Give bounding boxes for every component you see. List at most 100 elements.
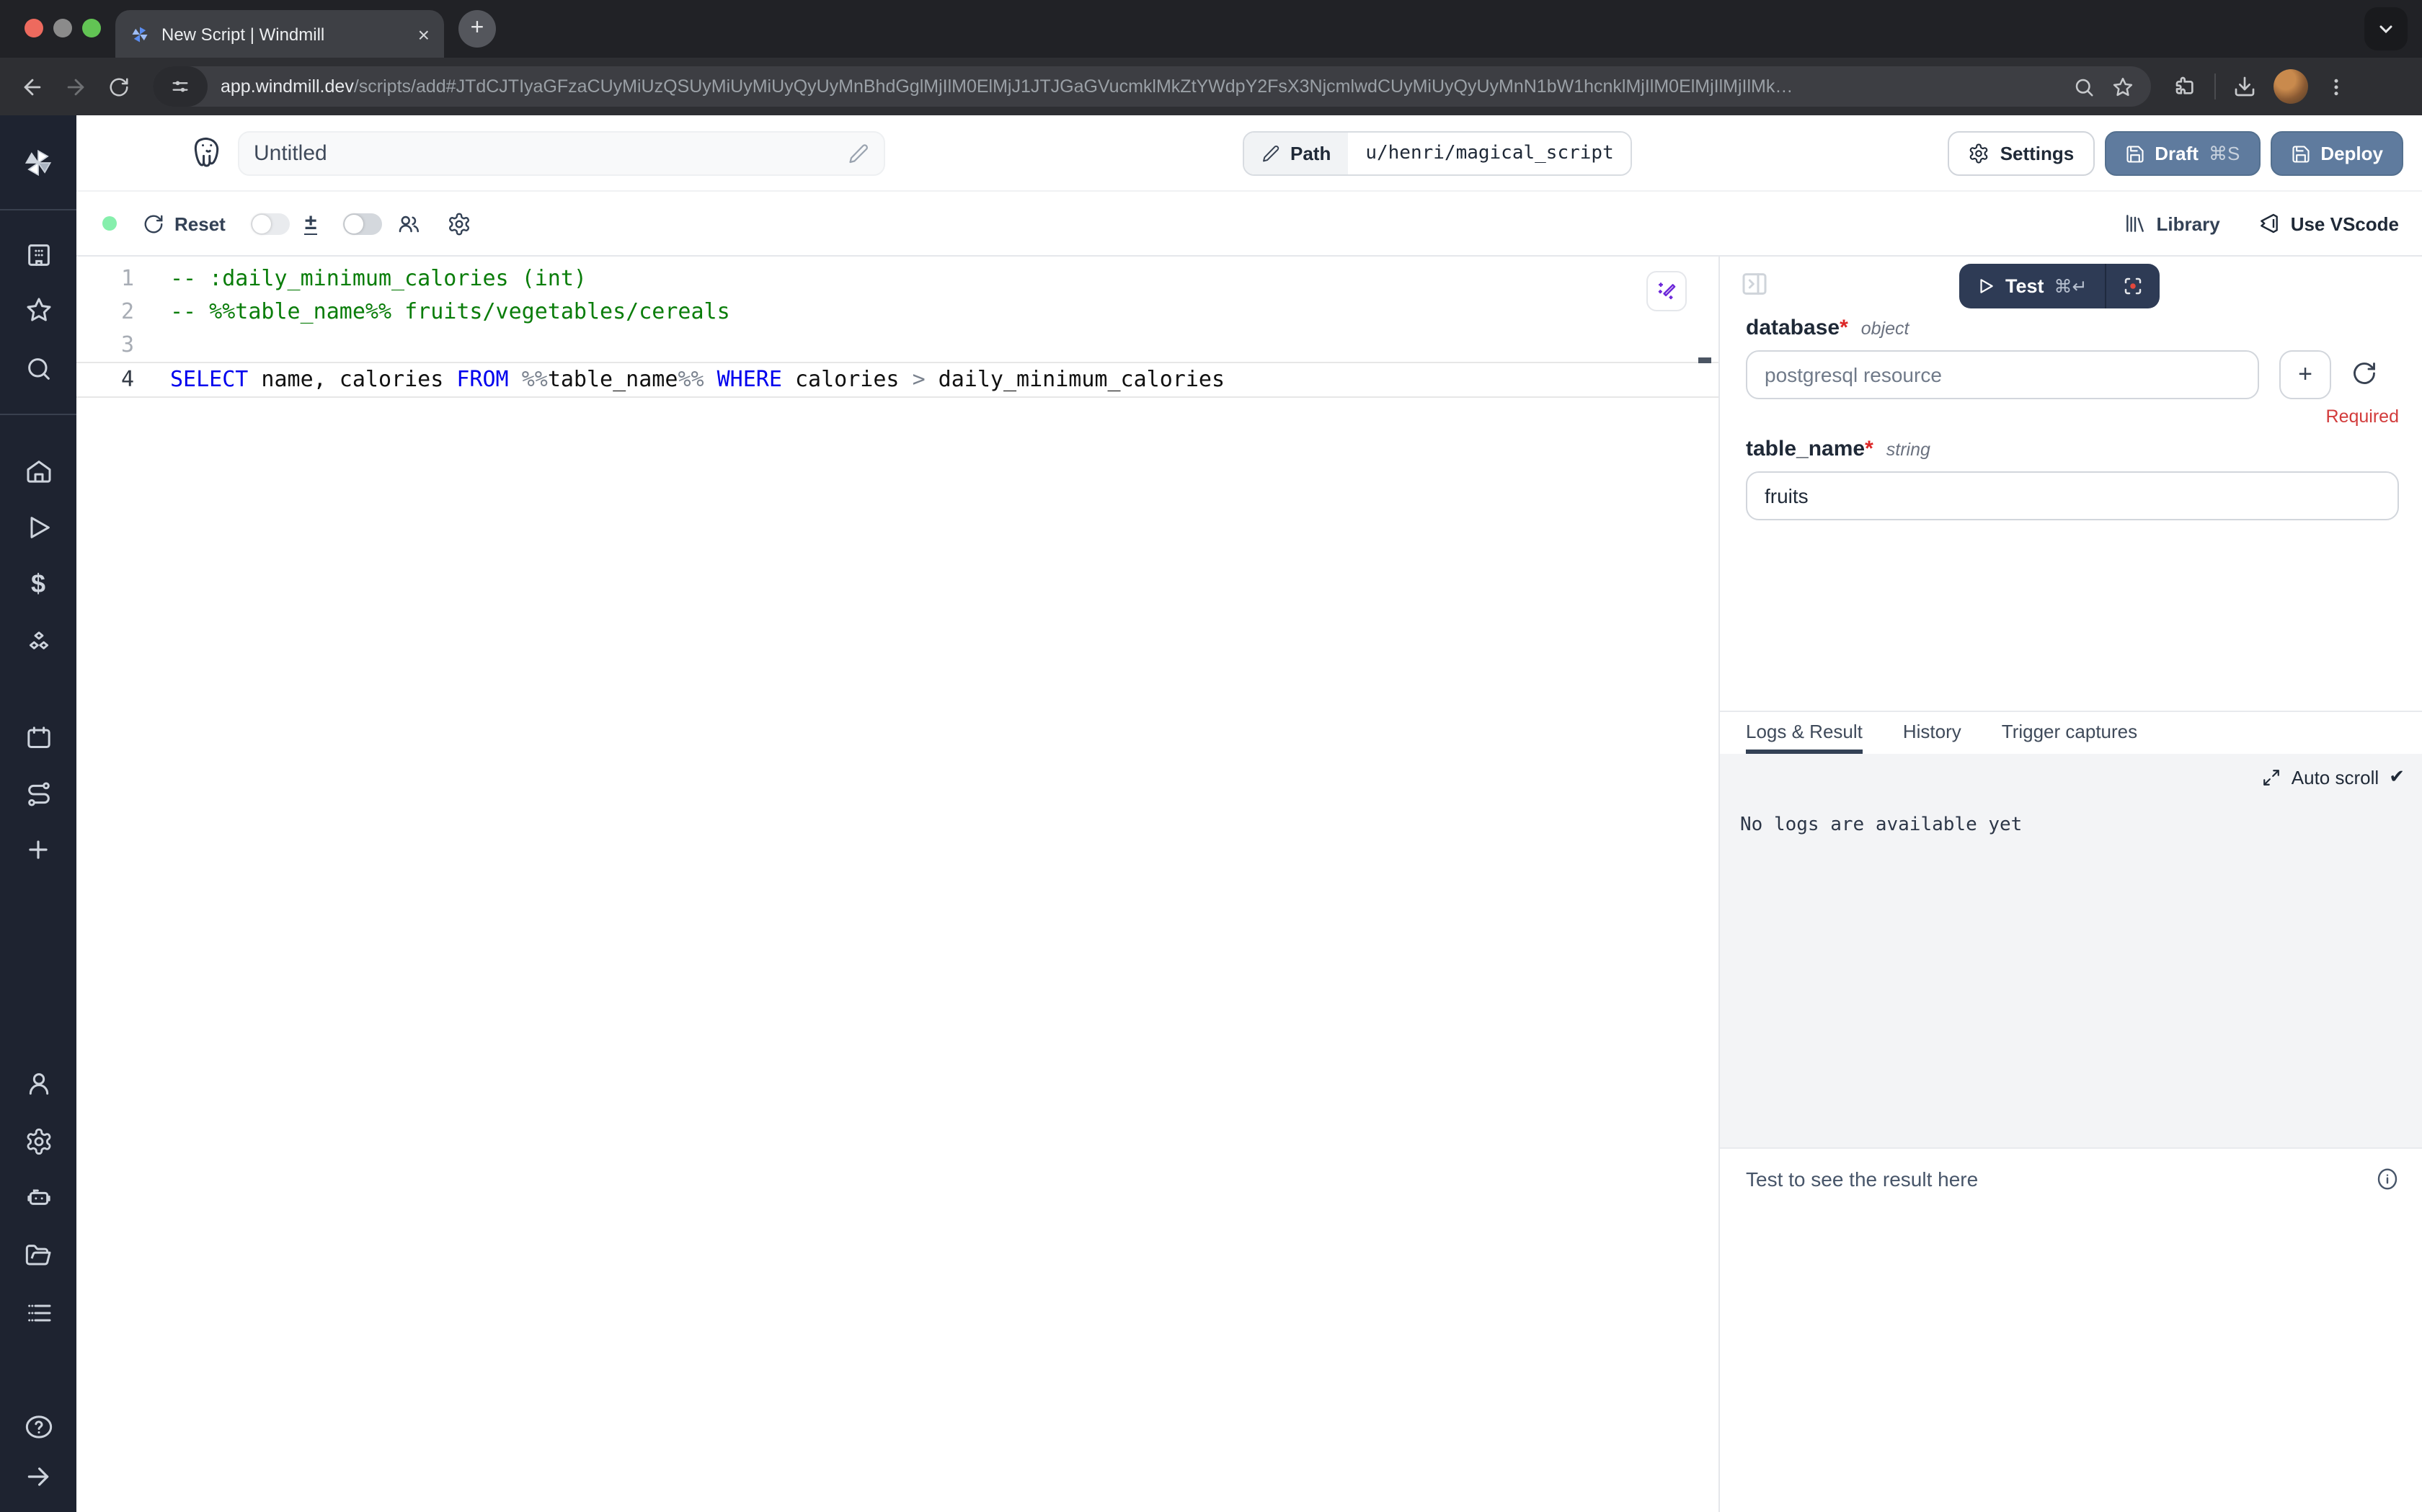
window-minimize-button[interactable] (53, 19, 72, 37)
tab-title: New Script | Windmill (161, 24, 407, 44)
back-button[interactable] (14, 69, 49, 104)
sidebar-item-audit-logs[interactable] (23, 1297, 53, 1328)
sidebar-item-runs[interactable] (23, 512, 53, 542)
path-value: u/henri/magical_script (1348, 133, 1631, 174)
code-line[interactable]: 4SELECT name, calories FROM %%table_name… (76, 362, 1718, 398)
window-close-button[interactable] (25, 19, 43, 37)
line-number: 1 (76, 262, 163, 295)
code-line[interactable]: 1-- :daily_minimum_calories (int) (76, 262, 1718, 295)
sidebar-item-settings[interactable] (23, 1126, 53, 1156)
use-vscode-button[interactable]: Use VScode (2258, 212, 2399, 235)
search-icon (24, 354, 53, 383)
downloads-icon[interactable] (2233, 75, 2256, 98)
star-icon (24, 295, 53, 324)
edit-pencil-icon[interactable] (848, 143, 869, 164)
sidebar-item-folders[interactable] (23, 1240, 53, 1270)
ai-assistant-button[interactable] (1646, 271, 1687, 311)
new-tab-button[interactable]: + (458, 10, 496, 48)
window-zoom-button[interactable] (82, 19, 101, 37)
zoom-icon[interactable] (2073, 76, 2095, 97)
url-host: app.windmill.dev (221, 76, 354, 97)
table-name-input[interactable] (1746, 471, 2399, 520)
sidebar-item-variables[interactable]: $ (23, 569, 53, 600)
sidebar-item-search[interactable] (23, 353, 53, 383)
result-info-button[interactable] (2376, 1168, 2399, 1191)
profile-avatar[interactable] (2274, 69, 2308, 104)
tab-search-button[interactable] (2364, 7, 2408, 50)
test-label: Test (2005, 275, 2044, 297)
extensions-icon[interactable] (2174, 75, 2197, 98)
diff-toggle[interactable] (252, 213, 290, 234)
collapse-panel-button[interactable] (1740, 270, 1769, 298)
magic-wand-icon (1655, 280, 1678, 303)
forward-button[interactable] (58, 69, 92, 104)
library-label: Library (2157, 213, 2220, 234)
script-title-input[interactable] (254, 141, 848, 166)
sidebar-item-workspace[interactable] (23, 239, 53, 270)
code-line[interactable]: 3 (76, 329, 1718, 362)
test-button[interactable]: Test ⌘↵ (1959, 275, 2105, 297)
expand-icon[interactable] (2263, 768, 2281, 786)
settings-button[interactable]: Settings (1948, 131, 2095, 176)
site-settings-icon (170, 76, 190, 97)
settings-label: Settings (2000, 143, 2075, 164)
path-button[interactable]: Path u/henri/magical_script (1243, 131, 1633, 176)
sidebar-item-home[interactable] (23, 455, 53, 486)
multiplayer-toggle[interactable] (342, 213, 381, 234)
code-text: -- :daily_minimum_calories (int) (170, 262, 587, 295)
route-icon (24, 779, 53, 808)
draft-button[interactable]: Draft ⌘S (2104, 131, 2260, 176)
tab-logs-result[interactable]: Logs & Result (1746, 712, 1863, 754)
database-resource-input[interactable] (1746, 350, 2259, 399)
path-label: Path (1290, 143, 1331, 164)
capture-test-button[interactable] (2105, 264, 2160, 308)
bookmark-star-icon[interactable] (2112, 76, 2134, 97)
edit-pencil-icon (1261, 144, 1280, 163)
autoscroll-control[interactable]: Auto scroll ✔ (2263, 765, 2405, 788)
sidebar-item-routes[interactable] (23, 778, 53, 809)
line-number: 4 (76, 363, 163, 396)
tab-close-icon[interactable]: × (418, 24, 430, 44)
windmill-logo[interactable] (23, 147, 53, 177)
browser-tab[interactable]: New Script | Windmill × (115, 10, 444, 58)
library-icon (2124, 212, 2147, 235)
sidebar-expand-button[interactable] (23, 1462, 53, 1492)
screen: New Script | Windmill × + (0, 0, 2422, 1512)
chrome-menu-icon[interactable] (2325, 76, 2347, 97)
cubes-icon (24, 628, 53, 657)
script-title-box[interactable] (238, 131, 885, 176)
reload-button[interactable] (101, 69, 136, 104)
field-name: database* (1746, 316, 1848, 340)
gear-icon (1969, 143, 1990, 164)
save-icon (2290, 143, 2310, 164)
home-icon (24, 456, 53, 485)
sidebar-item-user[interactable] (23, 1068, 53, 1098)
url-path: /scripts/add#JTdCJTIyaGFzaCUyMiUzQSUyMiU… (354, 76, 1793, 97)
code-editor[interactable]: 1-- :daily_minimum_calories (int)2-- %%t… (76, 257, 1718, 1512)
add-resource-button[interactable]: + (2279, 350, 2331, 399)
site-info-button[interactable] (153, 66, 208, 107)
use-vscode-label: Use VScode (2291, 213, 2399, 234)
code-line[interactable]: 2-- %%table_name%% fruits/vegetables/cer… (76, 295, 1718, 329)
sidebar-item-resources[interactable] (23, 627, 53, 657)
sidebar-item-help[interactable] (23, 1411, 53, 1441)
plus-icon: + (2298, 360, 2312, 389)
diff-icon[interactable]: ± (305, 212, 316, 235)
logs-area: Auto scroll ✔ No logs are available yet (1720, 754, 2422, 1147)
editor-settings-button[interactable] (446, 211, 471, 236)
sidebar-item-create[interactable] (23, 835, 53, 865)
reload-icon (107, 76, 129, 97)
address-bar[interactable]: app.windmill.dev/scripts/add#JTdCJTIyaGF… (153, 66, 2151, 107)
deploy-button[interactable]: Deploy (2270, 131, 2403, 176)
sidebar-item-schedules[interactable] (23, 722, 53, 752)
reset-button[interactable]: Reset (143, 213, 226, 234)
tab-history[interactable]: History (1903, 712, 1961, 754)
tab-trigger-captures[interactable]: Trigger captures (2002, 712, 2137, 754)
library-button[interactable]: Library (2124, 212, 2220, 235)
play-icon (24, 512, 53, 541)
sidebar-item-favorites[interactable] (23, 294, 53, 324)
sidebar-item-workers[interactable] (23, 1182, 53, 1212)
field-type: string (1886, 440, 1930, 460)
refresh-resources-button[interactable] (2351, 360, 2377, 386)
line-number: 2 (76, 295, 163, 329)
